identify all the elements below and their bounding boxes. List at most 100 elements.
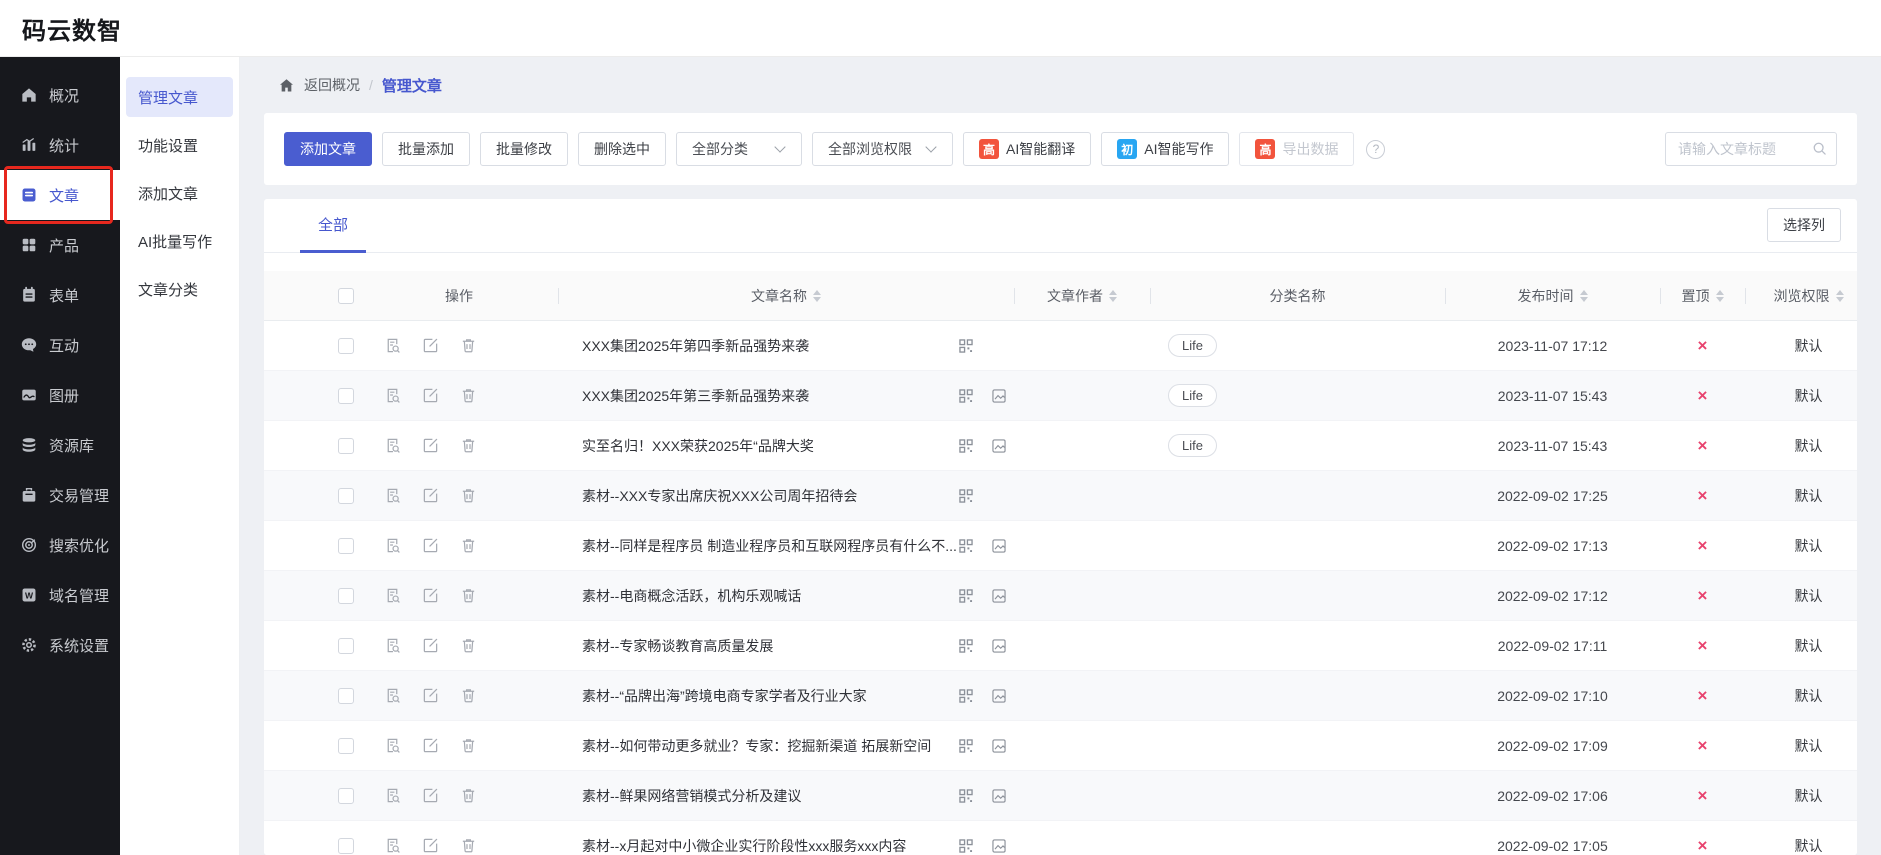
sidebar-item-gear[interactable]: 系统设置 [0, 620, 120, 670]
permission-filter-dropdown[interactable]: 全部浏览权限 [812, 132, 953, 166]
not-top-icon[interactable]: × [1698, 736, 1708, 756]
sidebar-item-form[interactable]: 表单 [0, 270, 120, 320]
view-icon[interactable] [384, 687, 401, 704]
qrcode-icon[interactable] [958, 438, 974, 454]
delete-icon[interactable] [460, 737, 477, 754]
sort-carets[interactable] [1715, 289, 1724, 302]
not-top-icon[interactable]: × [1698, 636, 1708, 656]
sidebar-item-seo[interactable]: 搜索优化 [0, 520, 120, 570]
edit-icon[interactable] [422, 537, 439, 554]
delete-icon[interactable] [460, 787, 477, 804]
sort-asc-icon[interactable] [1109, 289, 1117, 295]
not-top-icon[interactable]: × [1698, 536, 1708, 556]
not-top-icon[interactable]: × [1698, 786, 1708, 806]
sort-desc-icon[interactable] [1835, 296, 1844, 302]
article-title[interactable]: 素材--x月起对中小微企业实行阶段性xxx服务xxx内容 [582, 836, 958, 855]
not-top-icon[interactable]: × [1698, 386, 1708, 406]
sort-carets[interactable] [1579, 289, 1588, 302]
article-title[interactable]: 素材--电商概念活跃，机构乐观喊话 [582, 586, 958, 606]
edit-icon[interactable] [422, 487, 439, 504]
submenu-item[interactable]: 管理文章 [126, 77, 233, 117]
row-checkbox[interactable] [338, 687, 354, 704]
category-filter-dropdown[interactable]: 全部分类 [676, 132, 802, 166]
edit-icon[interactable] [422, 587, 439, 604]
sort-asc-icon[interactable] [1835, 289, 1844, 295]
sidebar-item-article[interactable]: 文章 [0, 166, 120, 224]
delete-icon[interactable] [460, 637, 477, 654]
qrcode-icon[interactable] [958, 688, 974, 704]
article-title[interactable]: 素材--如何带动更多就业？专家：挖掘新渠道 拓展新空间 [582, 736, 958, 756]
article-title[interactable]: 实至名归！XXX荣获2025年“品牌大奖 [582, 436, 958, 456]
delete-icon[interactable] [460, 687, 477, 704]
delete-icon[interactable] [460, 337, 477, 354]
row-checkbox[interactable] [338, 487, 354, 504]
sidebar-item-domain[interactable]: W 域名管理 [0, 570, 120, 620]
sort-desc-icon[interactable] [1579, 296, 1588, 302]
qrcode-icon[interactable] [958, 738, 974, 754]
submenu-item[interactable]: AI批量写作 [126, 221, 233, 261]
qrcode-icon[interactable] [958, 638, 974, 654]
article-title[interactable]: 素材--鲜果网络营销模式分析及建议 [582, 786, 958, 806]
tab-all[interactable]: 全部 [300, 214, 367, 253]
delete-selected-button[interactable]: 删除选中 [578, 132, 666, 166]
delete-icon[interactable] [460, 587, 477, 604]
sidebar-item-stats[interactable]: 统计 [0, 120, 120, 170]
article-title[interactable]: XXX集团2025年第四季新品强势来袭 [582, 336, 958, 356]
article-title[interactable]: 素材--专家畅谈教育高质量发展 [582, 636, 958, 656]
delete-icon[interactable] [460, 437, 477, 454]
sidebar-item-gallery[interactable]: 图册 [0, 370, 120, 420]
row-checkbox[interactable] [338, 787, 354, 804]
select-columns-button[interactable]: 选择列 [1767, 208, 1841, 242]
qrcode-icon[interactable] [958, 338, 974, 354]
article-title[interactable]: 素材--XXX专家出席庆祝XXX公司周年招待会 [582, 486, 958, 506]
article-title[interactable]: 素材--“品牌出海”跨境电商专家学者及行业大家 [582, 686, 958, 706]
view-icon[interactable] [384, 487, 401, 504]
row-checkbox[interactable] [338, 837, 354, 854]
sort-desc-icon[interactable] [1715, 296, 1724, 302]
view-icon[interactable] [384, 637, 401, 654]
row-checkbox[interactable] [338, 387, 354, 404]
qrcode-icon[interactable] [958, 588, 974, 604]
edit-icon[interactable] [422, 737, 439, 754]
not-top-icon[interactable]: × [1698, 836, 1708, 855]
row-checkbox[interactable] [338, 537, 354, 554]
not-top-icon[interactable]: × [1698, 336, 1708, 356]
view-icon[interactable] [384, 737, 401, 754]
view-icon[interactable] [384, 587, 401, 604]
edit-icon[interactable] [422, 337, 439, 354]
not-top-icon[interactable]: × [1698, 486, 1708, 506]
sidebar-item-home[interactable]: 概况 [0, 70, 120, 120]
edit-icon[interactable] [422, 637, 439, 654]
qrcode-icon[interactable] [958, 488, 974, 504]
row-checkbox[interactable] [338, 337, 354, 354]
sidebar-item-chat[interactable]: 互动 [0, 320, 120, 370]
batch-edit-button[interactable]: 批量修改 [480, 132, 568, 166]
edit-icon[interactable] [422, 837, 439, 854]
view-icon[interactable] [384, 387, 401, 404]
edit-icon[interactable] [422, 437, 439, 454]
qrcode-icon[interactable] [958, 788, 974, 804]
view-icon[interactable] [384, 787, 401, 804]
submenu-item[interactable]: 文章分类 [126, 269, 233, 309]
batch-add-button[interactable]: 批量添加 [382, 132, 470, 166]
not-top-icon[interactable]: × [1698, 686, 1708, 706]
add-article-button[interactable]: 添加文章 [284, 132, 372, 166]
row-checkbox[interactable] [338, 737, 354, 754]
sort-asc-icon[interactable] [813, 289, 821, 295]
qrcode-icon[interactable] [958, 538, 974, 554]
sort-desc-icon[interactable] [1109, 296, 1117, 302]
row-checkbox[interactable] [338, 637, 354, 654]
edit-icon[interactable] [422, 387, 439, 404]
article-title[interactable]: XXX集团2025年第三季新品强势来袭 [582, 386, 958, 406]
sidebar-item-product[interactable]: 产品 [0, 220, 120, 270]
sidebar-item-trade[interactable]: 交易管理 [0, 470, 120, 520]
delete-icon[interactable] [460, 537, 477, 554]
select-all-checkbox[interactable] [338, 287, 354, 304]
article-title[interactable]: 素材--同样是程序员 制造业程序员和互联网程序员有什么不... [582, 536, 958, 556]
view-icon[interactable] [384, 337, 401, 354]
submenu-item[interactable]: 添加文章 [126, 173, 233, 213]
search-icon[interactable] [1811, 140, 1828, 157]
qrcode-icon[interactable] [958, 388, 974, 404]
delete-icon[interactable] [460, 837, 477, 854]
home-icon[interactable] [278, 77, 295, 94]
